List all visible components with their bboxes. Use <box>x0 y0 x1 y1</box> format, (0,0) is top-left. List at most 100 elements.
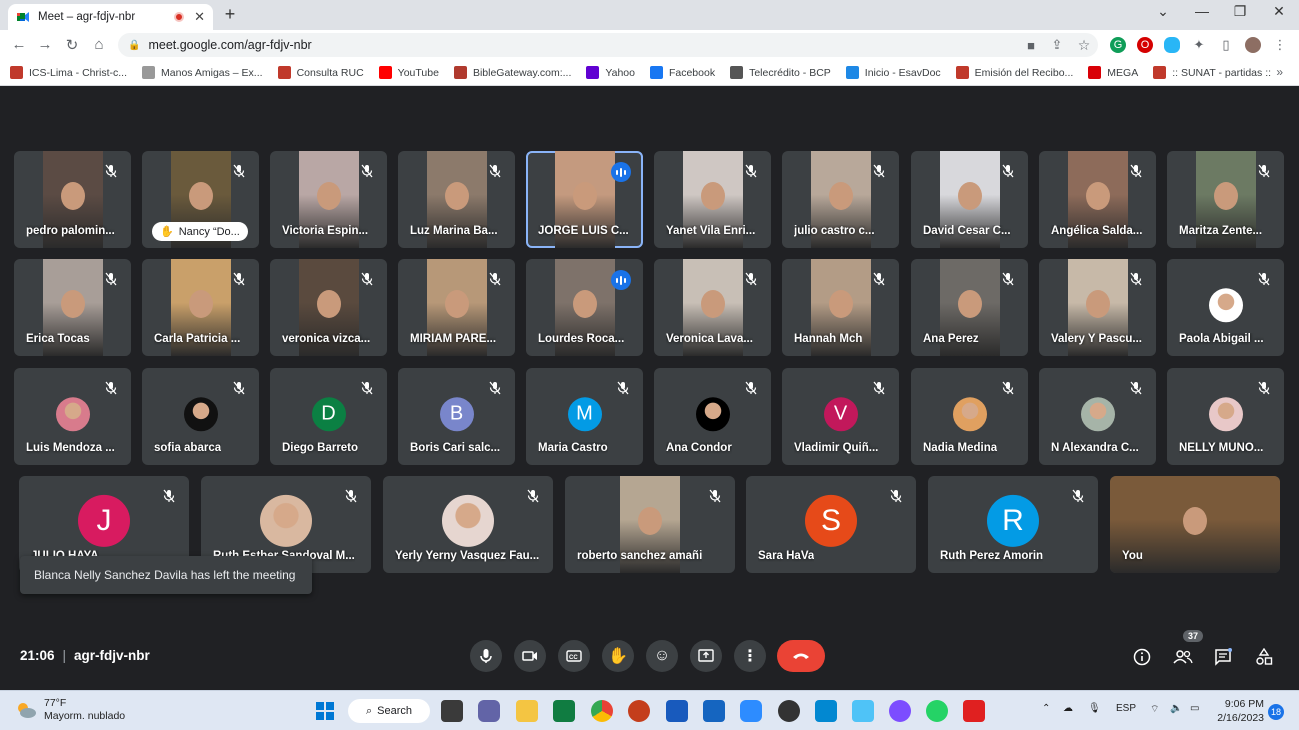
chrome-icon[interactable] <box>591 700 613 722</box>
profile-avatar[interactable] <box>1245 37 1261 53</box>
participant-tile[interactable]: Angélica Salda... <box>1039 151 1156 248</box>
bookmark-item[interactable]: YouTube <box>378 66 439 79</box>
participant-tile[interactable]: Valery Y Pascu... <box>1039 259 1156 356</box>
excel-icon[interactable] <box>553 700 575 722</box>
participant-tile[interactable]: Nadia Medina <box>911 368 1028 465</box>
task-view-icon[interactable] <box>441 700 463 722</box>
participant-tile[interactable]: Veronica Lava... <box>654 259 771 356</box>
bookmark-item[interactable]: Inicio - EsavDoc <box>845 66 941 79</box>
address-bar[interactable]: 🔒 meet.google.com/agr-fdjv-nbr <box>118 33 1098 57</box>
ew-app-icon[interactable] <box>703 700 725 722</box>
participant-tile[interactable]: M Maria Castro <box>526 368 643 465</box>
home-icon[interactable]: ⌂ <box>90 36 108 53</box>
bookmark-item[interactable]: Emisión del Recibo... <box>955 66 1073 79</box>
opera-extension-icon[interactable]: O <box>1137 37 1153 53</box>
participant-tile[interactable]: D Diego Barreto <box>270 368 387 465</box>
word-icon[interactable] <box>666 700 688 722</box>
bookmark-item[interactable]: BibleGateway.com:... <box>453 66 571 79</box>
cloud-extension-icon[interactable] <box>1164 37 1180 53</box>
participant-tile[interactable]: N Alexandra C... <box>1039 368 1156 465</box>
share-icon[interactable]: ⇪ <box>1049 37 1065 53</box>
more-options-button[interactable]: ⋮ <box>734 640 766 672</box>
participant-tile[interactable]: David Cesar C... <box>911 151 1028 248</box>
captions-button[interactable]: CC <box>558 640 590 672</box>
taskbar-search[interactable]: ⌕ Search <box>348 699 430 723</box>
extensions-puzzle-icon[interactable]: ✦ <box>1191 37 1207 53</box>
participant-tile[interactable]: pedro palomin... <box>14 151 131 248</box>
forward-arrow-icon[interactable]: → <box>36 36 54 53</box>
acrobat-icon[interactable] <box>963 700 985 722</box>
meeting-details-button[interactable] <box>1131 646 1153 668</box>
participant-tile[interactable]: julio castro c... <box>782 151 899 248</box>
participant-tile[interactable]: sofia abarca <box>142 368 259 465</box>
participant-tile[interactable]: Yanet Vila Enri... <box>654 151 771 248</box>
wifi-icon[interactable]: ⌔ <box>1150 703 1159 716</box>
taskbar-clock[interactable]: 9:06 PM 2/16/2023 <box>1210 697 1264 725</box>
tray-microphone-icon[interactable]: 🎙 <box>1088 703 1101 714</box>
participant-tile[interactable]: R Ruth Perez Amorin <box>928 476 1098 573</box>
teams-chat-icon[interactable] <box>478 700 500 722</box>
participant-tile[interactable]: ✋ Nancy “Do... <box>142 151 259 248</box>
minimize-button[interactable]: — <box>1187 3 1217 19</box>
tab-search-chevron-icon[interactable]: ⌄ <box>1148 3 1178 20</box>
bookmark-item[interactable]: MEGA <box>1088 66 1138 79</box>
tray-chevron-icon[interactable]: ⌃ <box>1042 703 1050 714</box>
new-tab-button[interactable]: + <box>220 4 240 25</box>
participant-tile[interactable]: JORGE LUIS C... <box>526 151 643 248</box>
file-explorer-icon[interactable] <box>516 700 538 722</box>
whatsapp-icon[interactable] <box>926 700 948 722</box>
obs-icon[interactable] <box>778 700 800 722</box>
participant-tile[interactable]: B Boris Cari salc... <box>398 368 515 465</box>
participant-tile[interactable]: Ana Perez <box>911 259 1028 356</box>
camera-permission-icon[interactable]: ■ <box>1023 37 1039 53</box>
participant-tile[interactable]: MIRIAM PARE... <box>398 259 515 356</box>
participant-tile[interactable]: You <box>1110 476 1280 573</box>
leave-call-button[interactable] <box>777 640 825 672</box>
participant-tile[interactable]: Luis Mendoza ... <box>14 368 131 465</box>
grammarly-extension-icon[interactable]: G <box>1110 37 1126 53</box>
bookmark-item[interactable]: :: SUNAT - partidas :: <box>1153 66 1271 79</box>
raise-hand-button[interactable]: ✋ <box>602 640 634 672</box>
tab-close-icon[interactable]: ✕ <box>194 9 205 25</box>
participant-tile[interactable]: Ana Condor <box>654 368 771 465</box>
participant-tile[interactable]: S Sara HaVa <box>746 476 916 573</box>
activities-button[interactable] <box>1253 646 1275 668</box>
bookmark-item[interactable]: Yahoo <box>586 66 635 79</box>
onedrive-icon[interactable]: ☁ <box>1063 703 1073 714</box>
browser-tab-meet[interactable]: Meet – agr-fdjv-nbr ✕ <box>8 4 213 30</box>
photos-icon[interactable] <box>852 700 874 722</box>
back-arrow-icon[interactable]: ← <box>10 36 28 53</box>
bookmarks-overflow-icon[interactable]: » <box>1276 65 1283 79</box>
bookmark-item[interactable]: Consulta RUC <box>277 66 364 79</box>
bookmark-item[interactable]: Facebook <box>649 66 715 79</box>
participant-tile[interactable]: Hannah Mch <box>782 259 899 356</box>
participant-tile[interactable]: Lourdes Roca... <box>526 259 643 356</box>
notification-badge[interactable]: 18 <box>1268 704 1284 720</box>
present-button[interactable] <box>690 640 722 672</box>
app-window-icon[interactable] <box>815 700 837 722</box>
bookmark-item[interactable]: Manos Amigas – Ex... <box>142 66 263 79</box>
participant-tile[interactable]: Maritza Zente... <box>1167 151 1284 248</box>
participant-tile[interactable]: Paola Abigail ... <box>1167 259 1284 356</box>
people-button[interactable] <box>1172 646 1194 668</box>
participant-tile[interactable]: Luz Marina Ba... <box>398 151 515 248</box>
participant-tile[interactable]: Erica Tocas <box>14 259 131 356</box>
side-panel-icon[interactable]: ▯ <box>1218 37 1234 53</box>
cortana-icon[interactable] <box>889 700 911 722</box>
browser-menu-icon[interactable]: ⋮ <box>1272 37 1288 53</box>
windows-start-icon[interactable] <box>314 700 336 722</box>
zoom-icon[interactable] <box>740 700 762 722</box>
bookmark-item[interactable]: ICS-Lima - Christ-c... <box>10 66 127 79</box>
participant-tile[interactable]: NELLY MUÑO... <box>1167 368 1284 465</box>
bookmark-star-icon[interactable]: ☆ <box>1076 37 1092 53</box>
participant-tile[interactable]: veronica vizca... <box>270 259 387 356</box>
restore-button[interactable]: ❐ <box>1225 3 1255 20</box>
reload-icon[interactable]: ↻ <box>63 36 81 54</box>
volume-icon[interactable]: 🔈 <box>1170 703 1182 714</box>
microphone-button[interactable] <box>470 640 502 672</box>
powerpoint-icon[interactable] <box>628 700 650 722</box>
camera-button[interactable] <box>514 640 546 672</box>
language-indicator[interactable]: ESP <box>1116 703 1136 714</box>
bookmark-item[interactable]: Telecrédito - BCP <box>730 66 831 79</box>
participant-tile[interactable]: Victoria Espin... <box>270 151 387 248</box>
